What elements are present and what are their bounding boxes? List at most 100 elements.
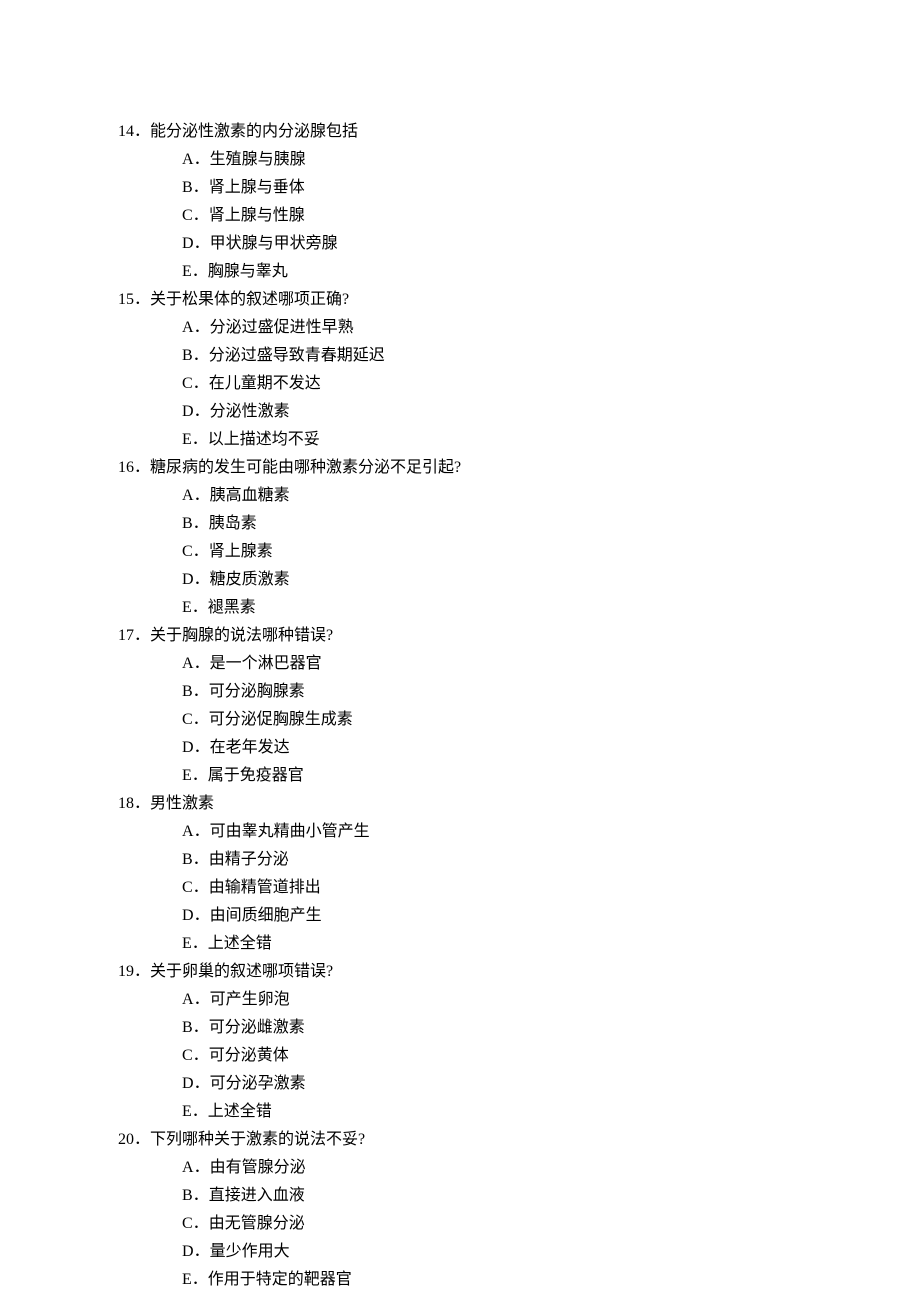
option-separator: ． [194,823,210,840]
option-separator: ． [194,487,210,504]
option-letter: C [182,375,193,392]
option-text: 由输精管道排出 [209,879,321,896]
question-line: 14．能分泌性激素的内分泌腺包括 [118,118,920,146]
option-text: 由间质细胞产生 [210,907,322,924]
option: A．由有管腺分泌 [118,1154,920,1182]
option: C．由无管腺分泌 [118,1210,920,1238]
question-separator: ． [134,291,150,308]
option-text: 可分泌孕激素 [210,1075,306,1092]
option-text: 由无管腺分泌 [209,1215,305,1232]
question-text: 能分泌性激素的内分泌腺包括 [150,123,358,140]
option-letter: A [182,151,194,168]
option-text: 生殖腺与胰腺 [210,151,306,168]
question-number: 20 [118,1131,134,1148]
option: A．分泌过盛促进性早熟 [118,314,920,342]
option: B．可分泌胸腺素 [118,678,920,706]
question: 19．关于卵巢的叙述哪项错误?A．可产生卵泡B．可分泌雌激素C．可分泌黄体D．可… [118,958,920,1126]
question: 17．关于胸腺的说法哪种错误?A．是一个淋巴器官B．可分泌胸腺素C．可分泌促胸腺… [118,622,920,790]
option-separator: ． [193,711,209,728]
option-text: 甲状腺与甲状旁腺 [210,235,338,252]
option-separator: ． [193,683,209,700]
question-number: 19 [118,963,134,980]
option-letter: B [182,851,193,868]
option-text: 作用于特定的靶器官 [208,1271,352,1288]
option-letter: E [182,599,192,616]
question-line: 19．关于卵巢的叙述哪项错误? [118,958,920,986]
option-separator: ． [194,1243,210,1260]
question-number: 15 [118,291,134,308]
option-text: 是一个淋巴器官 [210,655,322,672]
question-number: 17 [118,627,134,644]
option-text: 糖皮质激素 [210,571,290,588]
option-separator: ． [194,403,210,420]
option-text: 可分泌黄体 [209,1047,289,1064]
option-letter: D [182,1243,194,1260]
option-text: 上述全错 [208,1103,272,1120]
question-text: 下列哪种关于激素的说法不妥? [150,1131,365,1148]
question-text: 关于胸腺的说法哪种错误? [150,627,333,644]
option-letter: C [182,543,193,560]
option-text: 在老年发达 [210,739,290,756]
option: D．糖皮质激素 [118,566,920,594]
option-letter: E [182,263,192,280]
option: A．可由睾丸精曲小管产生 [118,818,920,846]
option-letter: B [182,179,193,196]
question-line: 16．糖尿病的发生可能由哪种激素分泌不足引起? [118,454,920,482]
option-text: 肾上腺素 [209,543,273,560]
option-text: 直接进入血液 [209,1187,305,1204]
option-separator: ． [193,179,209,196]
question-text: 关于松果体的叙述哪项正确? [150,291,349,308]
option: C．在儿童期不发达 [118,370,920,398]
option-separator: ． [194,907,210,924]
option-text: 可产生卵泡 [210,991,290,1008]
option-letter: D [182,739,194,756]
option: D．由间质细胞产生 [118,902,920,930]
option: D．可分泌孕激素 [118,1070,920,1098]
option: E．褪黑素 [118,594,920,622]
option-separator: ． [194,319,210,336]
option: B．肾上腺与垂体 [118,174,920,202]
option-text: 可分泌促胸腺生成素 [209,711,353,728]
option: E．作用于特定的靶器官 [118,1266,920,1294]
question-separator: ． [134,627,150,644]
option-letter: A [182,319,194,336]
question-line: 18．男性激素 [118,790,920,818]
option: A．胰高血糖素 [118,482,920,510]
option-separator: ． [193,879,209,896]
option-separator: ． [194,571,210,588]
option: D．在老年发达 [118,734,920,762]
option-letter: E [182,1271,192,1288]
option: C．肾上腺与性腺 [118,202,920,230]
option-list: A．分泌过盛促进性早熟B．分泌过盛导致青春期延迟C．在儿童期不发达D．分泌性激素… [118,314,920,454]
question-separator: ． [134,795,150,812]
option-text: 胰岛素 [209,515,257,532]
option: E．以上描述均不妥 [118,426,920,454]
option-letter: A [182,991,194,1008]
option-separator: ． [192,431,208,448]
option-letter: E [182,935,192,952]
option-text: 可由睾丸精曲小管产生 [210,823,370,840]
question-number: 14 [118,123,134,140]
option-text: 胰高血糖素 [210,487,290,504]
option-text: 胸腺与睾丸 [208,263,288,280]
option: C．肾上腺素 [118,538,920,566]
option-text: 上述全错 [208,935,272,952]
option: E．上述全错 [118,930,920,958]
question: 16．糖尿病的发生可能由哪种激素分泌不足引起?A．胰高血糖素B．胰岛素C．肾上腺… [118,454,920,622]
option: E．属于免疫器官 [118,762,920,790]
option-separator: ． [192,767,208,784]
question: 15．关于松果体的叙述哪项正确?A．分泌过盛促进性早熟B．分泌过盛导致青春期延迟… [118,286,920,454]
option-list: A．是一个淋巴器官B．可分泌胸腺素C．可分泌促胸腺生成素D．在老年发达E．属于免… [118,650,920,790]
option: C．可分泌促胸腺生成素 [118,706,920,734]
option-text: 由精子分泌 [209,851,289,868]
option-separator: ． [194,739,210,756]
option-separator: ． [194,151,210,168]
option: A．生殖腺与胰腺 [118,146,920,174]
option-letter: D [182,907,194,924]
option-letter: D [182,235,194,252]
option-separator: ． [192,1103,208,1120]
option-separator: ． [193,1019,209,1036]
option-separator: ． [194,235,210,252]
question-text: 关于卵巢的叙述哪项错误? [150,963,333,980]
question: 14．能分泌性激素的内分泌腺包括A．生殖腺与胰腺B．肾上腺与垂体C．肾上腺与性腺… [118,118,920,286]
